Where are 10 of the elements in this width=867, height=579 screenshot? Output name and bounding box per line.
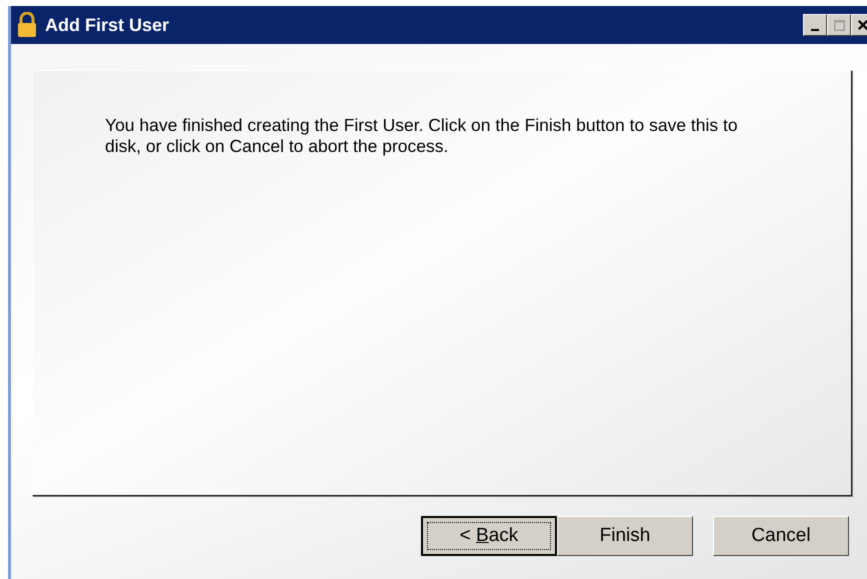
maximize-icon [834, 20, 844, 30]
minimize-icon [811, 29, 819, 31]
wizard-button[interactable]: Finish [557, 516, 693, 556]
wizard-button[interactable]: Cancel [713, 516, 849, 556]
close-icon [858, 20, 867, 30]
message-text: You have finished creating the First User. Click on the Finish button to save this to disk, or click on Cancel to abort the process. [105, 115, 739, 158]
minimize-button[interactable] [803, 14, 827, 36]
window-title: Add First User [45, 14, 170, 36]
padlock-icon [17, 12, 37, 38]
wizard-button[interactable]: < Back [421, 516, 557, 556]
